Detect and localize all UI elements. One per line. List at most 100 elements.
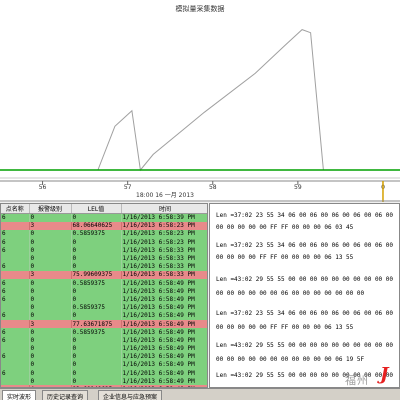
table-row[interactable]: 6 0 0.5859375 1/16/2013 6:58:23 PM xyxy=(1,229,207,239)
cell-alarm-level: 0 xyxy=(29,377,72,386)
table-row[interactable]: 3 75.99609375 1/16/2013 6:58:33 PM xyxy=(1,270,207,279)
cell-time: 1/16/2013 6:58:49 PM xyxy=(121,344,207,353)
col-header-level[interactable]: 报警级别 xyxy=(29,204,72,214)
time-tick-label: 58 xyxy=(209,184,217,191)
cell-alarm-level: 3 xyxy=(29,221,72,230)
cell-alarm-level: 0 xyxy=(29,229,72,239)
cell-time: 1/16/2013 6:58:23 PM xyxy=(121,221,207,230)
cell-time: 1/16/2013 6:58:49 PM xyxy=(121,295,207,304)
cell-point-name: 6 xyxy=(1,229,30,239)
cell-lel-value: 0 xyxy=(71,377,122,386)
cell-lel-value: 0 xyxy=(71,336,122,345)
cell-alarm-level: 0 xyxy=(29,295,72,304)
table-row[interactable]: 0 0 1/16/2013 6:58:49 PM xyxy=(1,344,207,353)
cell-lel-value: 0 xyxy=(71,238,122,247)
col-header-name[interactable]: 点名称 xyxy=(1,204,30,214)
cell-point-name xyxy=(1,344,30,353)
log-line: 00 00 00 00 00 FF FF 00 00 00 06 13 55 xyxy=(216,324,354,331)
cell-time: 1/16/2013 6:58:49 PM xyxy=(121,279,207,288)
cell-lel-value: 0 xyxy=(71,213,122,222)
time-axis-bar[interactable]: 56575859018:00 16 一月 2013 xyxy=(0,180,400,202)
cell-lel-value: 0 xyxy=(71,295,122,304)
table-row[interactable]: 6 0 0.5859375 1/16/2013 6:58:49 PM xyxy=(1,279,207,288)
cell-alarm-level: 0 xyxy=(29,279,72,288)
cell-point-name: 6 xyxy=(1,238,30,247)
table-header-row: 点名称 报警级别 LEL值 时间 xyxy=(1,204,207,214)
log-line: Len =37:02 23 55 34 06 00 06 00 06 00 06… xyxy=(216,212,394,219)
time-axis: 56575859018:00 16 一月 2013 xyxy=(0,180,400,202)
table-row[interactable]: 6 0 0 1/16/2013 6:58:39 PM xyxy=(1,213,207,222)
time-date-label: 18:00 16 一月 2013 xyxy=(136,192,194,199)
cell-point-name: 6 xyxy=(1,295,30,304)
cell-point-name: 6 xyxy=(1,328,30,337)
cell-alarm-level: 0 xyxy=(29,369,72,378)
cell-point-name xyxy=(1,270,30,279)
cell-lel-value: 0 xyxy=(71,287,122,296)
table-row[interactable]: 0 0 1/16/2013 6:58:49 PM xyxy=(1,360,207,370)
cell-lel-value: 0 xyxy=(71,344,122,353)
tab-realtime-waveform[interactable]: 实时波形 xyxy=(2,390,37,400)
series-lel-line xyxy=(0,29,400,172)
cell-time: 1/16/2013 6:58:49 PM xyxy=(121,303,207,312)
table-row[interactable]: 6 0 0 1/16/2013 6:58:49 PM xyxy=(1,287,207,296)
cell-lel-value: 0 xyxy=(71,262,122,271)
table-row[interactable]: 0 0 1/16/2013 6:58:49 PM xyxy=(1,377,207,386)
cell-alarm-level: 0 xyxy=(29,311,72,320)
tab-history-query[interactable]: 历史记录查询 xyxy=(42,390,89,400)
cell-alarm-level: 0 xyxy=(29,254,72,263)
cell-point-name xyxy=(1,303,30,312)
log-line: 00 00 00 00 00 00 00 00 00 00 00 06 19 5… xyxy=(216,356,365,363)
cell-point-name: 6 xyxy=(1,279,30,288)
cell-lel-value: 0.5859375 xyxy=(71,279,122,288)
cell-alarm-level: 0 xyxy=(29,246,72,255)
cell-alarm-level: 0 xyxy=(29,352,72,361)
col-header-lel[interactable]: LEL值 xyxy=(71,204,122,214)
cell-point-name: 6 xyxy=(1,262,30,271)
table-row[interactable]: 6 0 0 1/16/2013 6:58:49 PM xyxy=(1,311,207,320)
table-row[interactable]: 6 0 0 1/16/2013 6:58:23 PM xyxy=(1,238,207,247)
serial-log-pane[interactable]: Len =37:02 23 55 34 06 00 06 00 06 00 06… xyxy=(209,203,400,388)
cell-lel-value: 0 xyxy=(71,369,122,378)
watermark-logo: J xyxy=(380,364,389,385)
cell-alarm-level: 0 xyxy=(29,336,72,345)
cell-alarm-level: 0 xyxy=(29,344,72,353)
cell-point-name xyxy=(1,254,30,263)
cell-alarm-level: 0 xyxy=(29,303,72,312)
log-line: Len =37:02 23 55 34 06 00 06 00 06 00 06… xyxy=(216,242,394,249)
table-row[interactable]: 6 0 0 1/16/2013 6:58:49 PM xyxy=(1,295,207,304)
tab-enterprise-emergency[interactable]: 企业信息与应急预案 xyxy=(98,390,163,400)
table-row[interactable]: 6 0 0 1/16/2013 6:58:49 PM xyxy=(1,336,207,345)
cell-alarm-level: 0 xyxy=(29,238,72,247)
cell-alarm-level: 0 xyxy=(29,328,72,337)
cell-lel-value: 0.5859375 xyxy=(71,328,122,337)
time-tick-label: 56 xyxy=(39,184,47,191)
cell-lel-value: 0 xyxy=(71,246,122,255)
table-row[interactable]: 0 0 1/16/2013 6:58:33 PM xyxy=(1,254,207,263)
watermark-text: 福州 xyxy=(345,374,369,387)
cell-time: 1/16/2013 6:58:39 PM xyxy=(121,213,207,222)
table-row[interactable]: 6 0 0 1/16/2013 6:58:49 PM xyxy=(1,352,207,361)
table-row[interactable]: 0 0.5859375 1/16/2013 6:58:49 PM xyxy=(1,303,207,312)
cell-time: 1/16/2013 6:58:49 PM xyxy=(121,311,207,320)
log-line: 00 00 00 00 FF FF 00 00 00 00 06 13 55 xyxy=(216,254,354,261)
table-row[interactable]: 6 0 0 1/16/2013 6:58:33 PM xyxy=(1,262,207,271)
table-row[interactable]: 6 0 0 1/16/2013 6:58:33 PM xyxy=(1,246,207,255)
log-line: Len =43:02 29 55 55 00 00 00 00 00 00 00… xyxy=(216,342,394,349)
tab-bar: 实时波形 历史记录查询 企业信息与应急预案 xyxy=(0,388,400,400)
cell-lel-value: 0 xyxy=(71,360,122,370)
col-header-time[interactable]: 时间 xyxy=(121,204,207,214)
cell-alarm-level: 3 xyxy=(29,270,72,279)
time-tick-label: 57 xyxy=(124,184,132,191)
cell-point-name: 6 xyxy=(1,213,30,222)
table-row[interactable]: 6 0 0 1/16/2013 6:58:49 PM xyxy=(1,369,207,378)
cell-lel-value: 0.5859375 xyxy=(71,303,122,312)
table-row[interactable]: 3 68.06640625 1/16/2013 6:58:23 PM xyxy=(1,221,207,230)
cell-point-name xyxy=(1,319,30,329)
cell-alarm-level: 0 xyxy=(29,262,72,271)
cell-time: 1/16/2013 6:58:33 PM xyxy=(121,270,207,279)
table-row[interactable]: 3 77.63671875 1/16/2013 6:58:49 PM xyxy=(1,319,207,329)
cell-alarm-level: 3 xyxy=(29,319,72,329)
alarm-table-pane[interactable]: 点名称 报警级别 LEL值 时间 6 0 0 1/16/2013 6:58:39 PM… xyxy=(0,203,208,388)
table-row[interactable]: 6 0 0.5859375 1/16/2013 6:58:49 PM xyxy=(1,328,207,337)
cell-point-name: 6 xyxy=(1,369,30,378)
